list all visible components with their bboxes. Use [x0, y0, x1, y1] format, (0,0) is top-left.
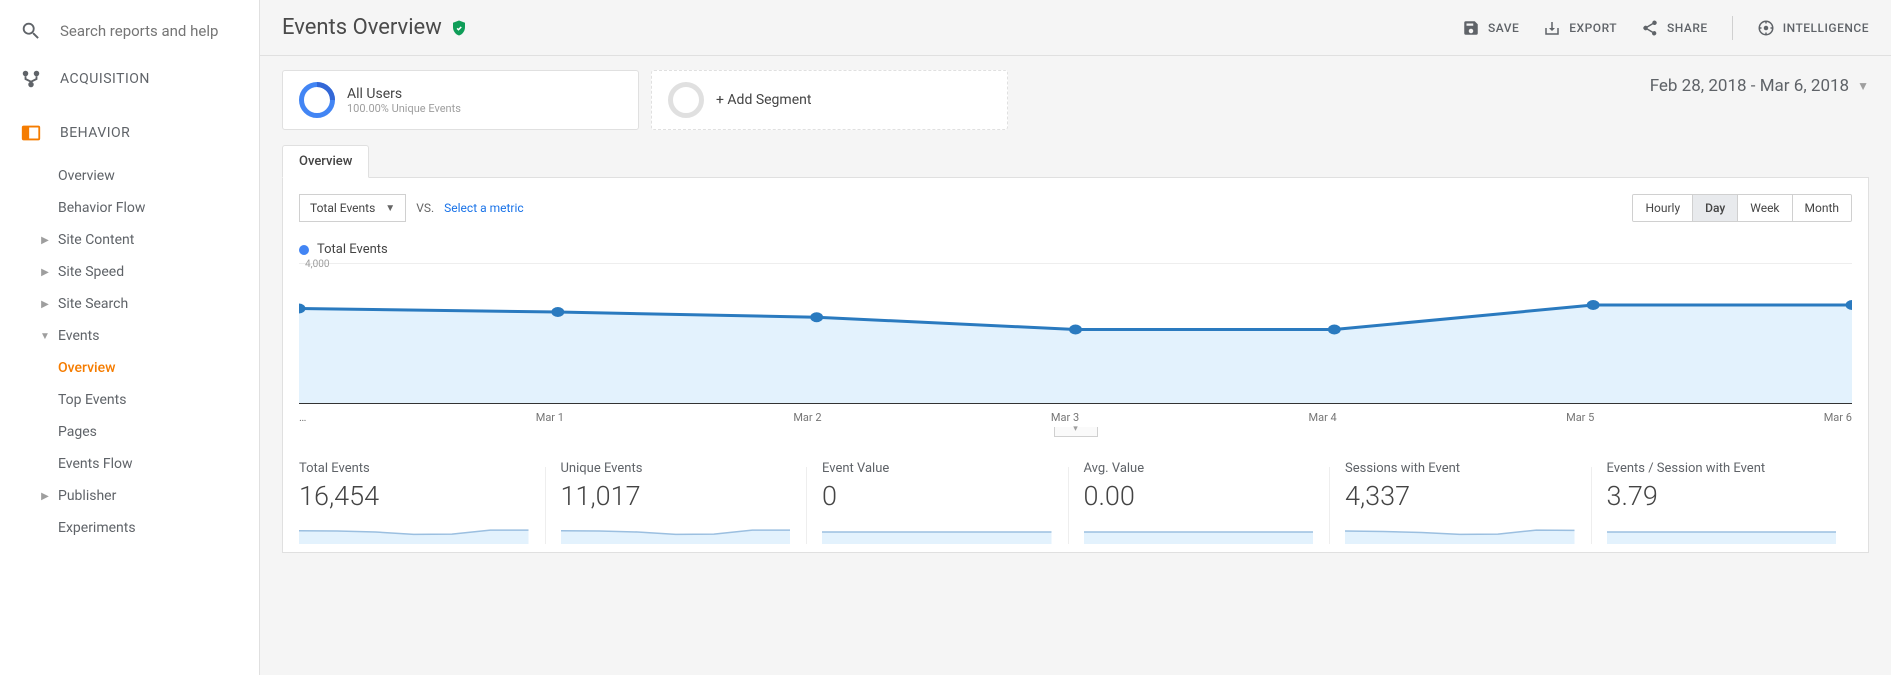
scorecard-value: 4,337 [1345, 480, 1575, 512]
scorecard-label: Event Value [822, 461, 1052, 476]
scorecard[interactable]: Total Events 16,454 [299, 461, 545, 544]
save-button[interactable]: SAVE [1462, 19, 1519, 37]
page-title: Events Overview [282, 15, 442, 40]
sparkline [1345, 520, 1575, 544]
export-button[interactable]: EXPORT [1543, 19, 1617, 37]
granularity-week[interactable]: Week [1737, 195, 1791, 221]
scorecard-label: Avg. Value [1084, 461, 1314, 476]
scorecard-value: 0.00 [1084, 480, 1314, 512]
scorecard-value: 16,454 [299, 480, 529, 512]
chart-expander[interactable] [1054, 427, 1098, 437]
granularity-month[interactable]: Month [1792, 195, 1851, 221]
page-header: Events Overview SAVE EXPORT SHARE INTELL… [260, 0, 1891, 56]
add-segment-button[interactable]: + Add Segment [651, 70, 1008, 130]
chart-legend: Total Events [299, 242, 1852, 257]
search-reports[interactable]: Search reports and help [0, 10, 259, 52]
sparkline [822, 520, 1052, 544]
sparkline [299, 520, 529, 544]
scorecards-row: Total Events 16,454 Unique Events 11,017 Eve… [299, 461, 1852, 544]
primary-metric-dropdown[interactable]: Total Events ▼ [299, 194, 406, 222]
subnav-experiments[interactable]: Experiments [0, 512, 259, 544]
subnav-site-content[interactable]: ▶Site Content [0, 224, 259, 256]
subnav-events[interactable]: ▼Events [0, 320, 259, 352]
search-placeholder-text: Search reports and help [60, 22, 218, 40]
segment-title: All Users [347, 86, 461, 102]
segment-all-users[interactable]: All Users 100.00% Unique Events [282, 70, 639, 130]
select-secondary-metric[interactable]: Select a metric [444, 201, 524, 215]
export-icon [1543, 19, 1561, 37]
nav-behavior[interactable]: BEHAVIOR [0, 106, 259, 160]
scorecard[interactable]: Event Value 0 [806, 461, 1068, 544]
scorecard-value: 11,017 [561, 480, 791, 512]
date-range-picker[interactable]: Feb 28, 2018 - Mar 6, 2018 ▼ [1650, 70, 1869, 96]
scorecard[interactable]: Avg. Value 0.00 [1068, 461, 1330, 544]
sidebar: Search reports and help ACQUISITION BEHA… [0, 0, 260, 675]
verified-shield-icon [450, 19, 468, 37]
tab-overview[interactable]: Overview [282, 145, 369, 178]
segment-subtitle: 100.00% Unique Events [347, 102, 461, 115]
segment-ring-icon [299, 82, 335, 118]
scorecard-value: 3.79 [1607, 480, 1837, 512]
sparkline [1607, 520, 1837, 544]
granularity-hourly[interactable]: Hourly [1633, 195, 1692, 221]
intelligence-button[interactable]: INTELLIGENCE [1757, 19, 1869, 37]
behavior-icon [20, 122, 42, 144]
scorecard[interactable]: Unique Events 11,017 [545, 461, 807, 544]
x-axis-labels: … Mar 1 Mar 2 Mar 3 Mar 4 Mar 5 Mar 6 [299, 411, 1852, 424]
vs-label: VS. [416, 201, 434, 215]
add-segment-ring-icon [668, 82, 704, 118]
search-icon [20, 20, 42, 42]
subnav-events-top[interactable]: Top Events [0, 384, 259, 416]
subnav-events-overview[interactable]: Overview [0, 352, 259, 384]
subnav-overview[interactable]: Overview [0, 160, 259, 192]
save-icon [1462, 19, 1480, 37]
scorecard-label: Sessions with Event [1345, 461, 1575, 476]
subnav-publisher[interactable]: ▶Publisher [0, 480, 259, 512]
subnav-site-speed[interactable]: ▶Site Speed [0, 256, 259, 288]
scorecard-label: Unique Events [561, 461, 791, 476]
share-icon [1641, 19, 1659, 37]
legend-dot-icon [299, 245, 309, 255]
subnav-events-pages[interactable]: Pages [0, 416, 259, 448]
chevron-down-icon: ▼ [385, 203, 395, 214]
time-granularity: Hourly Day Week Month [1632, 194, 1852, 222]
scorecard-label: Total Events [299, 461, 529, 476]
scorecard-label: Events / Session with Event [1607, 461, 1837, 476]
granularity-day[interactable]: Day [1692, 195, 1737, 221]
subnav-events-flow[interactable]: Events Flow [0, 448, 259, 480]
scorecard[interactable]: Events / Session with Event 3.79 [1591, 461, 1853, 544]
dropdown-caret-icon: ▼ [1857, 79, 1869, 93]
acquisition-icon [20, 68, 42, 90]
subnav-site-search[interactable]: ▶Site Search [0, 288, 259, 320]
scorecard-value: 0 [822, 480, 1052, 512]
share-button[interactable]: SHARE [1641, 19, 1708, 37]
sparkline [561, 520, 791, 544]
sparkline [1084, 520, 1314, 544]
intelligence-icon [1757, 19, 1775, 37]
scorecard[interactable]: Sessions with Event 4,337 [1329, 461, 1591, 544]
line-chart[interactable]: 4,000 2,000 … Mar 1 Mar 2 Mar 3 Mar 4 Ma… [299, 263, 1852, 423]
nav-acquisition[interactable]: ACQUISITION [0, 52, 259, 106]
subnav-behavior-flow[interactable]: Behavior Flow [0, 192, 259, 224]
header-separator [1732, 16, 1733, 40]
